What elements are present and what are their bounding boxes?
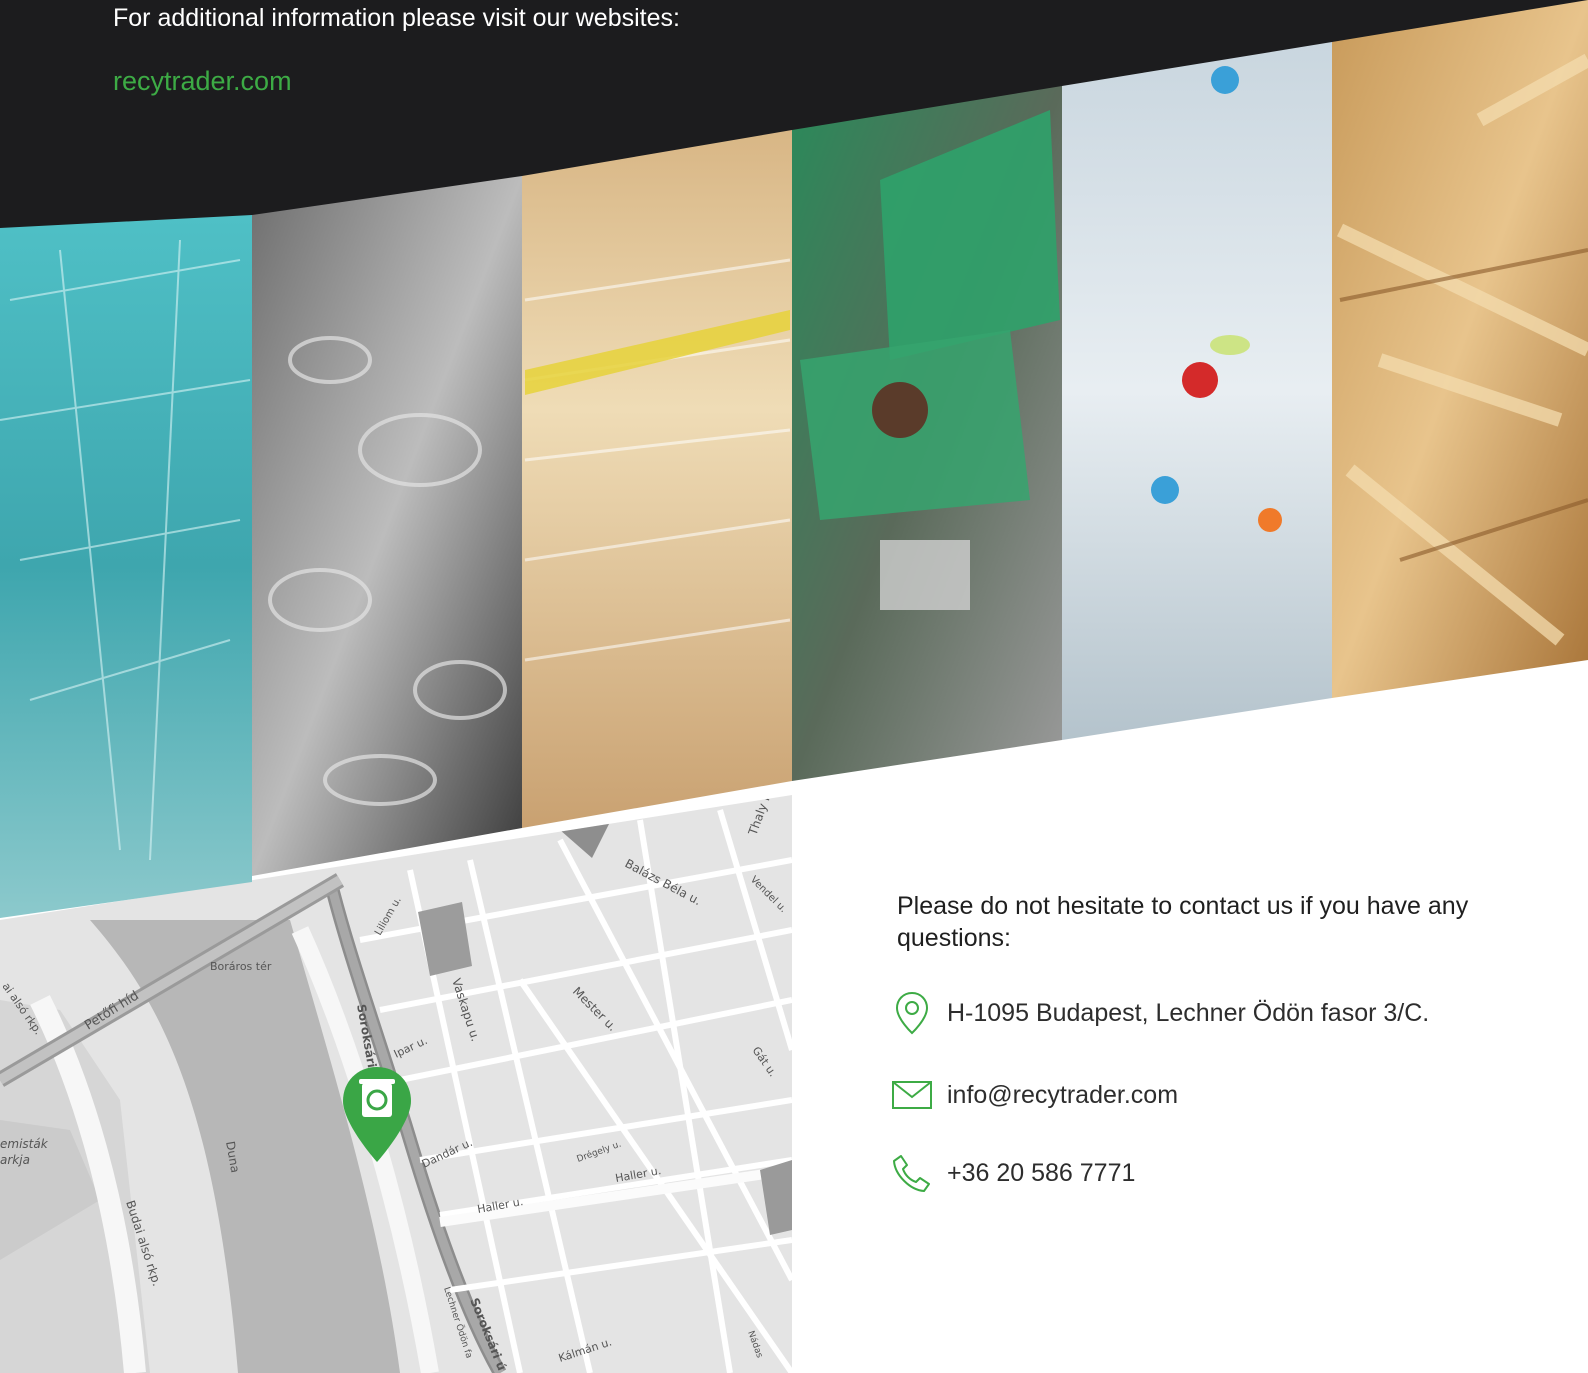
address-text: H-1095 Budapest, Lechner Ödön fasor 3/C. <box>947 998 1430 1027</box>
contact-lead-text: Please do not hesitate to contact us if … <box>897 892 1469 952</box>
phone-link[interactable]: +36 20 586 7771 <box>947 1159 1135 1188</box>
phone-icon <box>889 1150 935 1196</box>
recycling-materials-collage <box>0 0 1588 918</box>
metal-scrap-photo <box>252 176 522 876</box>
email-row[interactable]: info@recytrader.com <box>889 1072 1178 1118</box>
envelope-icon <box>889 1072 935 1118</box>
wood-photo <box>1332 0 1588 698</box>
email-link[interactable]: info@recytrader.com <box>947 1081 1178 1110</box>
address-row: H-1095 Budapest, Lechner Ödön fasor 3/C. <box>889 990 1429 1036</box>
location-pin-icon <box>889 990 935 1036</box>
glass-photo <box>0 215 252 918</box>
phone-row[interactable]: +36 20 586 7771 <box>889 1150 1135 1196</box>
paper-photo <box>522 130 792 828</box>
contact-section: Please do not hesitate to contact us if … <box>892 890 1497 1192</box>
